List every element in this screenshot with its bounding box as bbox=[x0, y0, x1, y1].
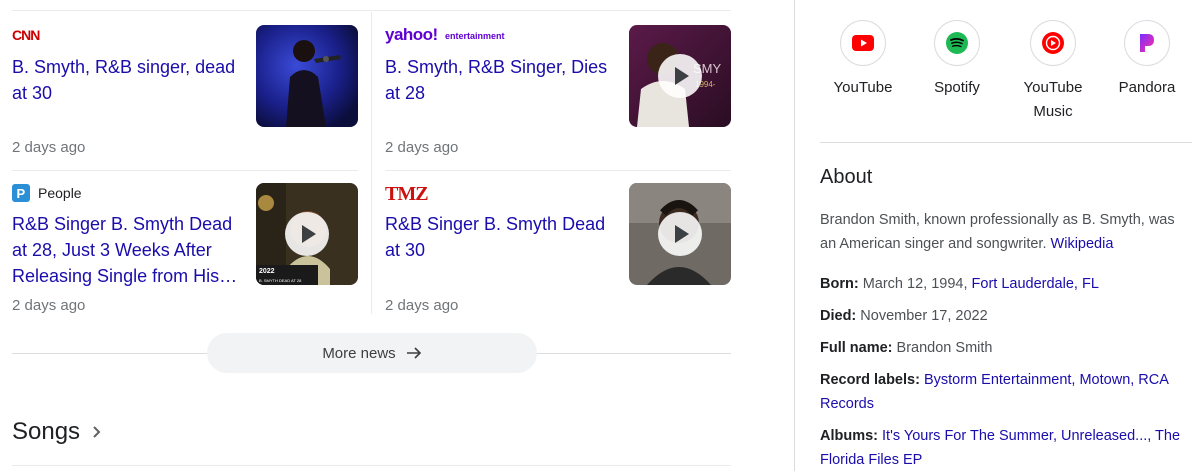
news-card[interactable]: yahoo! entertainment B. Smyth, R&B Singe… bbox=[385, 24, 731, 174]
play-icon bbox=[658, 54, 702, 98]
listen-services: YouTube Spotify YouTube Music Pandora bbox=[820, 20, 1192, 120]
divider bbox=[12, 353, 207, 354]
divider bbox=[537, 353, 731, 354]
fact-albums: Albums: It's Yours For The Summer, Unrel… bbox=[820, 424, 1192, 471]
fact-record-labels: Record labels: Bystorm Entertainment, Mo… bbox=[820, 368, 1192, 416]
news-thumbnail[interactable] bbox=[629, 183, 731, 285]
tmz-logo: TMZ bbox=[385, 183, 429, 203]
people-logo: P bbox=[12, 184, 30, 202]
news-source-name: People bbox=[38, 185, 82, 201]
wikipedia-link[interactable]: Wikipedia bbox=[1051, 236, 1114, 252]
fact-label: Full name: bbox=[820, 340, 893, 356]
cnn-logo: CNN bbox=[12, 27, 41, 43]
fact-value: Brandon Smith bbox=[896, 340, 993, 356]
svg-text:yahoo!: yahoo! bbox=[385, 26, 438, 44]
pandora-icon bbox=[1124, 20, 1170, 66]
more-news-button[interactable]: More news bbox=[207, 333, 537, 373]
news-source: CNN bbox=[12, 24, 44, 46]
news-thumbnail[interactable]: SMY 1994- bbox=[629, 25, 731, 127]
birthplace-link[interactable]: Fort Lauderdale, FL bbox=[972, 276, 1099, 292]
more-news-label: More news bbox=[322, 344, 396, 362]
play-icon bbox=[285, 212, 329, 256]
news-title[interactable]: B. Smyth, R&B Singer, Dies at 28 bbox=[385, 54, 621, 106]
news-title[interactable]: R&B Singer B. Smyth Dead at 30 bbox=[385, 211, 621, 263]
fact-label: Record labels: bbox=[820, 372, 920, 388]
about-heading: About bbox=[820, 166, 873, 188]
youtube-music-icon bbox=[1030, 20, 1076, 66]
news-time: 2 days ago bbox=[385, 139, 459, 156]
news-card[interactable]: CNN B. Smyth, R&B singer, dead at 30 2 d… bbox=[12, 24, 358, 174]
news-card[interactable]: P People R&B Singer B. Smyth Dead at 28,… bbox=[12, 182, 358, 332]
panel-divider bbox=[794, 0, 795, 471]
svg-text:CNN: CNN bbox=[12, 27, 40, 43]
news-section: CNN B. Smyth, R&B singer, dead at 30 2 d… bbox=[0, 0, 760, 471]
news-title[interactable]: B. Smyth, R&B singer, dead at 30 bbox=[12, 54, 248, 106]
service-label: YouTube bbox=[833, 79, 893, 96]
songs-label: Songs bbox=[12, 418, 81, 445]
service-pandora[interactable]: Pandora bbox=[1104, 20, 1190, 100]
news-card[interactable]: TMZ R&B Singer B. Smyth Dead at 30 2 day… bbox=[385, 182, 731, 332]
svg-text:P: P bbox=[17, 186, 26, 201]
news-title[interactable]: R&B Singer B. Smyth Dead at 28, Just 3 W… bbox=[12, 211, 248, 289]
fact-died: Died: November 17, 2022 bbox=[820, 304, 1192, 328]
divider bbox=[820, 142, 1192, 143]
news-time: 2 days ago bbox=[385, 297, 459, 314]
news-time: 2 days ago bbox=[12, 297, 86, 314]
play-icon bbox=[658, 212, 702, 256]
spotify-icon bbox=[934, 20, 980, 66]
news-source: yahoo! entertainment bbox=[385, 24, 517, 46]
fact-born: Born: March 12, 1994, Fort Lauderdale, F… bbox=[820, 272, 1192, 296]
service-label: YouTube Music bbox=[1023, 79, 1083, 120]
divider bbox=[12, 465, 731, 466]
service-youtube[interactable]: YouTube bbox=[820, 20, 906, 100]
thumbnail-text: 2022 bbox=[259, 268, 275, 275]
fact-value: March 12, 1994, bbox=[862, 276, 968, 292]
yahoo-entertainment-logo: yahoo! entertainment bbox=[385, 26, 505, 44]
songs-heading[interactable]: Songs bbox=[12, 418, 102, 446]
about-description: Brandon Smith, known professionally as B… bbox=[820, 208, 1192, 256]
divider bbox=[12, 10, 731, 11]
news-source: TMZ bbox=[385, 182, 431, 204]
fact-label: Albums: bbox=[820, 428, 878, 444]
svg-text:entertainment: entertainment bbox=[445, 31, 505, 41]
about-text: Brandon Smith, known professionally as B… bbox=[820, 212, 1175, 252]
chevron-right-icon bbox=[93, 426, 101, 438]
news-time: 2 days ago bbox=[12, 139, 86, 156]
fact-label: Died: bbox=[820, 308, 857, 324]
service-label: Spotify bbox=[934, 79, 980, 96]
fact-label: Born: bbox=[820, 276, 859, 292]
fact-full-name: Full name: Brandon Smith bbox=[820, 336, 1192, 360]
svg-text:TMZ: TMZ bbox=[385, 183, 428, 203]
arrow-right-icon bbox=[406, 347, 421, 359]
service-spotify[interactable]: Spotify bbox=[914, 20, 1000, 100]
thumbnail-text: B. SMYTH DEAD AT 28 bbox=[259, 278, 302, 283]
news-thumbnail[interactable] bbox=[256, 25, 358, 127]
knowledge-panel: YouTube Spotify YouTube Music Pandora Ab… bbox=[820, 0, 1192, 471]
news-thumbnail[interactable]: 2022 B. SMYTH DEAD AT 28 bbox=[256, 183, 358, 285]
service-label: Pandora bbox=[1118, 79, 1176, 96]
fact-value: November 17, 2022 bbox=[860, 308, 988, 324]
service-youtube-music[interactable]: YouTube Music bbox=[1010, 20, 1096, 124]
news-source: P People bbox=[12, 182, 82, 204]
column-divider bbox=[371, 12, 372, 314]
youtube-icon bbox=[840, 20, 886, 66]
